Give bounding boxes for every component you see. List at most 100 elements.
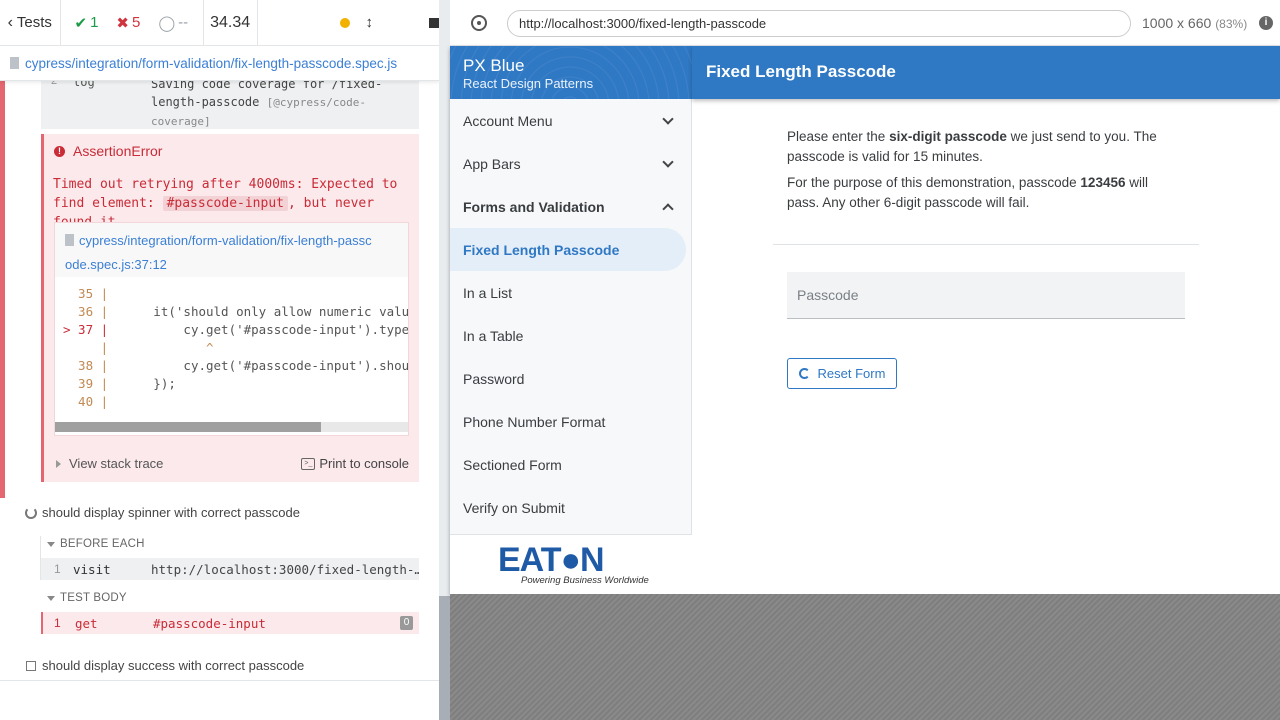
drawer-footer: EAT●N Powering Business Worldwide — [450, 534, 692, 594]
tests-button[interactable]: ‹ Tests — [0, 0, 61, 46]
code-line-gutter: 35 | — [63, 286, 109, 301]
view-stack-trace-toggle[interactable]: View stack trace — [56, 456, 163, 471]
error-title: ! AssertionError — [54, 143, 162, 159]
nav-item-label: Fixed Length Passcode — [463, 241, 620, 258]
code-line: | ^ — [63, 339, 408, 357]
panel-resizer[interactable] — [439, 0, 450, 720]
code-frame-path-2: ode.spec.js:37:12 — [65, 257, 167, 272]
failed-count: 5 — [132, 14, 141, 31]
drawer-title: PX Blue — [463, 56, 525, 75]
nav-item-in-a-table[interactable]: In a Table — [450, 314, 692, 357]
command-row-visit[interactable]: 1 visit http://localhost:3000/fixed-leng… — [41, 558, 419, 580]
pending-stat[interactable]: ◯ -- — [158, 14, 188, 32]
code-line-gutter: 40 | — [63, 394, 109, 409]
app-under-test: PX Blue React Design Patterns Account Me… — [450, 46, 1280, 594]
code-frame-file-link[interactable]: cypress/integration/form-validation/fix-… — [55, 223, 408, 277]
nav-item-label: Phone Number Format — [463, 413, 606, 430]
nav-item-fixed-length-passcode[interactable]: Fixed Length Passcode — [450, 228, 686, 271]
failed-stat[interactable]: ✖ 5 — [116, 14, 140, 32]
check-icon: ✔ — [74, 14, 88, 32]
print-to-console-label: Print to console — [319, 456, 409, 471]
tests-label: Tests — [16, 14, 52, 31]
refresh-icon — [798, 368, 810, 379]
code-frame-path-1: cypress/integration/form-validation/fix-… — [79, 233, 372, 248]
passed-count: 1 — [90, 14, 99, 31]
demo-bold: 123456 — [1080, 175, 1126, 190]
autoscroll-icon[interactable]: ↕ — [366, 14, 374, 31]
code-line: 38 | cy.get('#passcode-input').shou — [63, 357, 408, 375]
command-message: Saving code coverage for /fixed-length-p… — [151, 75, 401, 131]
chevron-up-icon — [662, 203, 674, 215]
demo-text: For the purpose of this demonstration, p… — [787, 173, 1182, 213]
info-icon[interactable]: i — [1259, 16, 1273, 30]
file-icon — [10, 57, 19, 69]
code-line: > 37 | cy.get('#passcode-input').type — [63, 321, 409, 339]
failed-test-indicator — [0, 81, 5, 498]
command-log-scrollbar-thumb[interactable] — [439, 596, 450, 720]
viewport-size: 1000 x 660 — [1142, 15, 1212, 31]
url-bar[interactable]: http://localhost:3000/fixed-length-passc… — [507, 10, 1131, 37]
nav-item-verify-on-submit[interactable]: Verify on Submit — [450, 486, 692, 529]
code-frame: cypress/integration/form-validation/fix-… — [54, 222, 409, 436]
intro-bold: six-digit passcode — [889, 129, 1007, 144]
nav-item-in-a-list[interactable]: In a List — [450, 271, 692, 314]
reset-form-label: Reset Form — [817, 366, 886, 381]
eaton-tagline: Powering Business Worldwide — [521, 575, 649, 586]
nav-item-label: Password — [463, 370, 525, 387]
nav-list: Account Menu App Bars Forms and Validati… — [450, 99, 692, 529]
code-line-gutter: 38 | — [63, 358, 109, 373]
stack-trace-label: View stack trace — [69, 456, 164, 471]
code-line: 39 | }); — [63, 375, 408, 393]
terminal-icon: >_ — [301, 457, 316, 470]
print-to-console-button[interactable]: >_ Print to console — [301, 456, 409, 471]
code-line-text: ^ — [108, 340, 214, 355]
code-line: 40 | — [63, 393, 408, 411]
nav-item-label: Verify on Submit — [463, 499, 565, 516]
nav-item-phone-number-format[interactable]: Phone Number Format — [450, 400, 692, 443]
code-line-gutter: 36 | — [63, 304, 109, 319]
runner-header: ‹ Tests ✔ 1 ✖ 5 ◯ -- 34.34 ↕ — [0, 0, 439, 46]
code-frame-scrollbar[interactable] — [55, 422, 408, 432]
running-indicator-icon — [339, 17, 350, 28]
error-type: AssertionError — [73, 143, 163, 159]
nav-item-account-menu[interactable]: Account Menu — [450, 99, 692, 142]
nav-item-forms-and-validation[interactable]: Forms and Validation — [450, 185, 692, 228]
pending-square-icon — [26, 660, 36, 671]
code-line-gutter: 39 | — [63, 376, 109, 391]
code-line-text: it('should only allow numeric valu — [108, 304, 409, 319]
nav-item-app-bars[interactable]: App Bars — [450, 142, 692, 185]
spec-path-link[interactable]: cypress/integration/form-validation/fix-… — [25, 56, 397, 71]
stop-button[interactable] — [429, 17, 439, 28]
nav-item-sectioned-form[interactable]: Sectioned Form — [450, 443, 692, 486]
app-bar: Fixed Length Passcode — [692, 46, 1280, 99]
selector-playground-icon[interactable] — [471, 15, 487, 31]
hook-label: BEFORE EACH — [60, 538, 145, 550]
file-icon — [65, 234, 74, 246]
test-item-success[interactable]: should display success with correct pass… — [26, 658, 304, 673]
passcode-field — [787, 272, 1185, 319]
runner-controls: ↕ — [258, 0, 439, 46]
reset-form-button[interactable]: Reset Form — [787, 358, 897, 389]
hook-test-body[interactable]: TEST BODY — [47, 592, 127, 604]
element-count-badge: 0 — [400, 616, 413, 630]
pending-count: -- — [178, 14, 189, 31]
test-title: should display spinner with correct pass… — [42, 505, 300, 520]
command-row-get[interactable]: 1 get #passcode-input 0 — [41, 612, 419, 634]
test-item-spinner[interactable]: should display spinner with correct pass… — [25, 505, 300, 520]
test-title: should display success with correct pass… — [42, 658, 305, 673]
command-message: #passcode-input — [153, 615, 266, 631]
passcode-input[interactable] — [787, 272, 1185, 318]
command-number: 1 — [54, 562, 61, 576]
passed-stat[interactable]: ✔ 1 — [75, 14, 99, 32]
nav-item-password[interactable]: Password — [450, 357, 692, 400]
command-name: visit — [73, 561, 111, 577]
code-frame-lines: 35 | 36 | it('should only allow numeric … — [63, 285, 409, 411]
hook-before-each[interactable]: BEFORE EACH — [47, 538, 145, 550]
code-line-text: cy.get('#passcode-input').type — [108, 322, 409, 337]
code-line-gutter: | — [63, 340, 109, 355]
caret-down-icon — [47, 595, 55, 601]
aut-background — [450, 594, 1280, 720]
scrollbar-thumb[interactable] — [55, 422, 321, 432]
